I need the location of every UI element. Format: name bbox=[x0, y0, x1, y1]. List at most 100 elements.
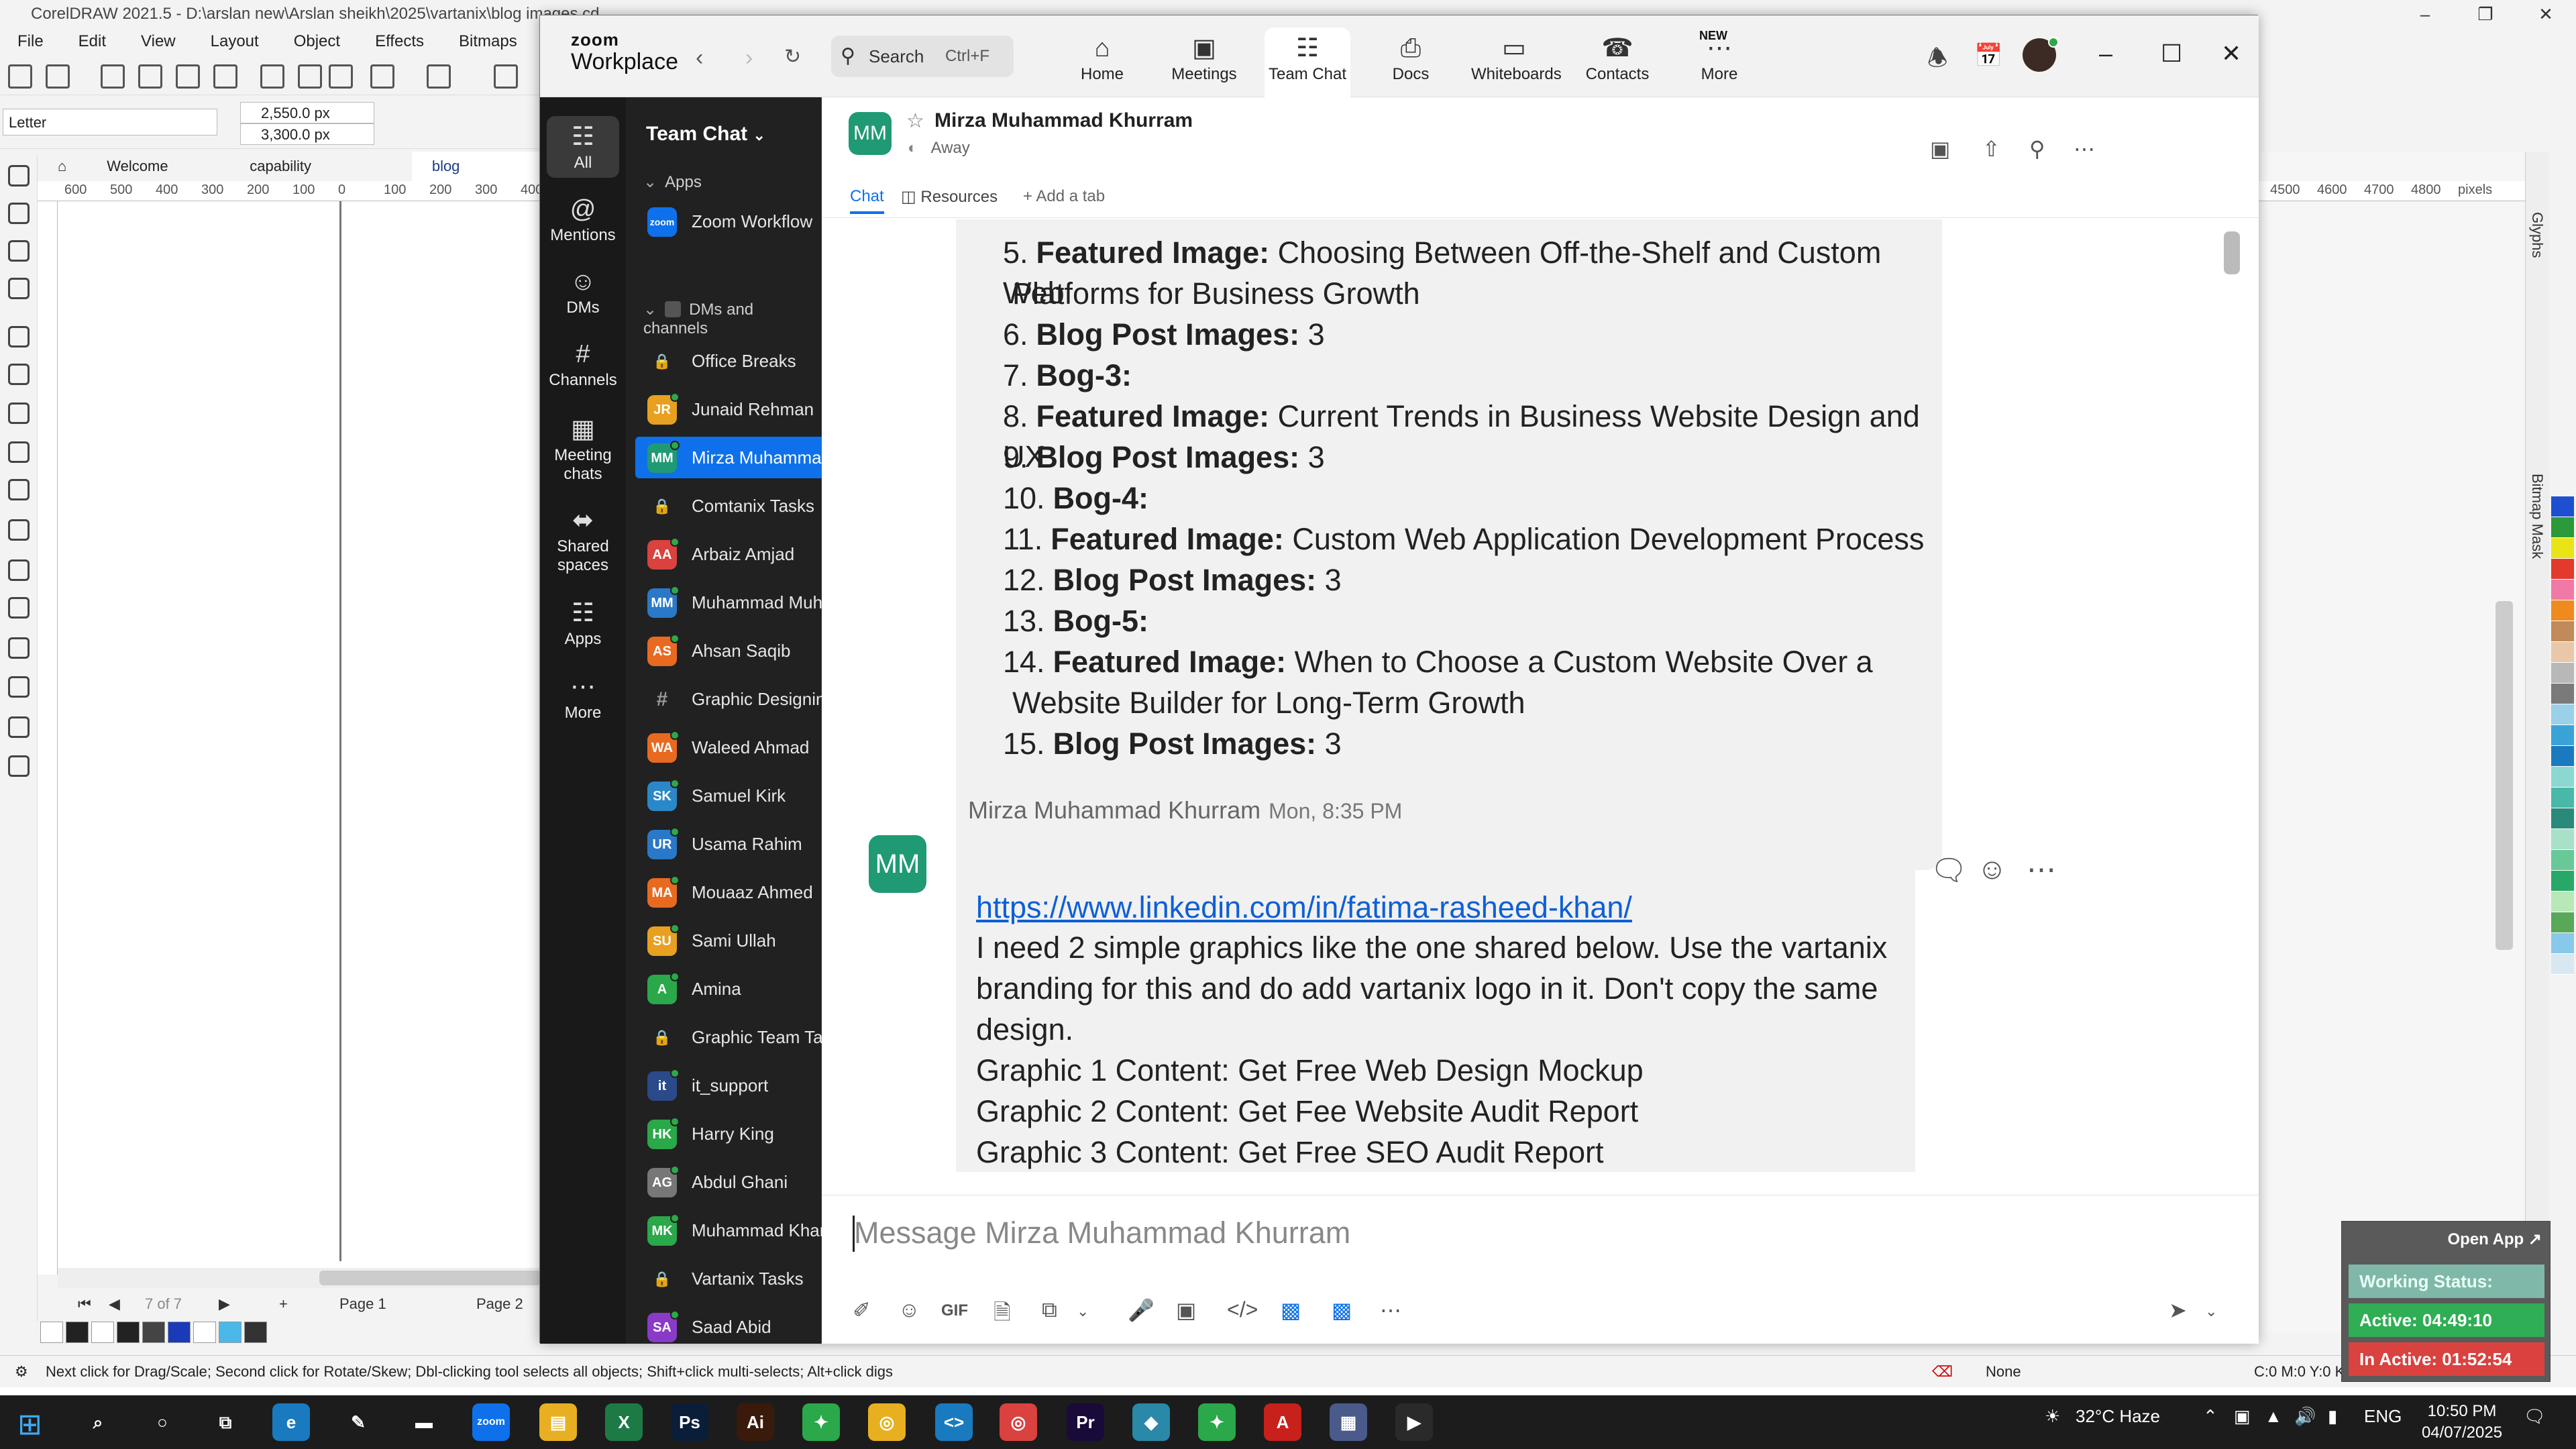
mic-icon[interactable]: 🎤 bbox=[1128, 1297, 1155, 1323]
print-icon[interactable] bbox=[213, 64, 237, 89]
cloud-icon[interactable] bbox=[138, 64, 162, 89]
doc-tab[interactable]: capability statement.cdr bbox=[229, 152, 412, 204]
cut-icon[interactable] bbox=[260, 64, 284, 89]
message-sender[interactable]: Mirza Muhammad Khurram bbox=[968, 796, 1260, 824]
close-icon[interactable]: ✕ bbox=[2221, 40, 2241, 68]
zoom-icon[interactable]: zoom bbox=[472, 1403, 510, 1441]
fill-tool-icon[interactable] bbox=[8, 755, 30, 777]
sender-avatar[interactable]: MM bbox=[869, 835, 926, 893]
new-doc-icon[interactable] bbox=[8, 64, 32, 89]
vertical-scrollbar[interactable] bbox=[2496, 601, 2513, 950]
share-screen-icon[interactable]: ⇧ bbox=[1982, 136, 2000, 162]
acrobat-icon[interactable]: A bbox=[1264, 1403, 1301, 1441]
avatar[interactable] bbox=[2023, 37, 2059, 72]
tab-whiteboards[interactable]: ▭ Whiteboards bbox=[1471, 28, 1562, 97]
swatch[interactable] bbox=[244, 1322, 267, 1343]
tab-team-chat[interactable]: ☷ Team Chat bbox=[1265, 28, 1350, 97]
minimize-icon[interactable]: – bbox=[2099, 40, 2112, 68]
pick-tool-icon[interactable] bbox=[8, 165, 30, 186]
swatch[interactable] bbox=[66, 1322, 89, 1343]
close-icon[interactable]: ✕ bbox=[2516, 0, 2576, 28]
weather-text[interactable]: 32°C Haze bbox=[2076, 1406, 2160, 1427]
swatch[interactable] bbox=[168, 1322, 191, 1343]
tab-resources[interactable]: ◫ Resources bbox=[901, 187, 998, 207]
zoom-tool-icon[interactable] bbox=[8, 278, 30, 299]
minimize-icon[interactable]: – bbox=[2395, 0, 2455, 28]
page-tab-2[interactable]: Page 2 bbox=[476, 1291, 523, 1318]
forward-icon[interactable]: › bbox=[745, 45, 753, 71]
palette-swatch[interactable] bbox=[2551, 600, 2574, 621]
palette-swatch[interactable] bbox=[2551, 829, 2574, 850]
open-app-button[interactable]: Open App ↗ bbox=[2447, 1230, 2542, 1249]
paste-icon[interactable] bbox=[329, 64, 353, 89]
weather-icon[interactable]: ☀ bbox=[2045, 1406, 2060, 1427]
ellipse-tool-icon[interactable] bbox=[8, 441, 30, 463]
compose-area[interactable]: Message Mirza Muhammad Khurram ✐ ☺ GIF 🗎… bbox=[822, 1195, 2259, 1344]
more-options-icon[interactable]: ⋯ bbox=[2027, 853, 2056, 887]
star-icon[interactable]: ☆ bbox=[906, 109, 924, 133]
swatch[interactable] bbox=[40, 1322, 63, 1343]
excel-icon[interactable]: X bbox=[605, 1403, 643, 1441]
tab-more[interactable]: ⋯ More bbox=[1676, 28, 1762, 97]
page-height-field[interactable]: 3,300.0 px bbox=[240, 123, 374, 145]
gear-icon[interactable]: ⚙ bbox=[15, 1356, 28, 1388]
back-icon[interactable]: ‹ bbox=[696, 45, 703, 71]
code-icon[interactable]: </> bbox=[1227, 1297, 1258, 1322]
rail-apps[interactable]: ☷ Apps bbox=[547, 596, 619, 649]
format-icon[interactable]: ✐ bbox=[853, 1297, 871, 1323]
volume-icon[interactable]: 🔊 bbox=[2294, 1406, 2316, 1427]
tab-add[interactable]: + Add a tab bbox=[1023, 187, 1105, 206]
doc-tab[interactable]: blog images.cdr bbox=[411, 152, 547, 204]
page-prev-icon[interactable]: ◀ bbox=[109, 1291, 120, 1318]
more-options-icon[interactable]: ⋯ bbox=[2074, 136, 2095, 162]
palette-swatch[interactable] bbox=[2551, 767, 2574, 788]
menu-item-file[interactable]: File bbox=[0, 28, 61, 55]
calendar-icon[interactable]: 📅 bbox=[1974, 42, 2002, 69]
explorer-icon[interactable]: ▤ bbox=[539, 1403, 577, 1441]
doc-tab[interactable]: Welcome Screen bbox=[87, 152, 229, 204]
docker-glyphs[interactable]: Glyphs bbox=[2528, 212, 2546, 258]
page-tab-1[interactable]: Page 1 bbox=[339, 1291, 386, 1318]
rail-meeting-chats[interactable]: ▦ Meeting chats bbox=[547, 413, 619, 484]
line-tool-icon[interactable] bbox=[8, 559, 30, 581]
swatch[interactable] bbox=[91, 1322, 114, 1343]
palette-swatch[interactable] bbox=[2551, 580, 2574, 600]
reply-thread-icon[interactable]: 🗨 bbox=[1930, 853, 1968, 888]
terminal-icon[interactable]: ▬ bbox=[405, 1403, 443, 1441]
chevron-up-icon[interactable]: ⌃ bbox=[2203, 1406, 2218, 1427]
freehand-tool-icon[interactable] bbox=[8, 326, 30, 347]
palette-swatch[interactable] bbox=[2551, 663, 2574, 684]
contact-avatar[interactable]: MM bbox=[849, 112, 892, 155]
palette-swatch[interactable] bbox=[2551, 746, 2574, 767]
menu-item-layout[interactable]: Layout bbox=[193, 28, 276, 55]
palette-swatch[interactable] bbox=[2551, 684, 2574, 704]
text-tool-icon[interactable] bbox=[8, 519, 30, 541]
tab-home[interactable]: ⌂ Home bbox=[1059, 28, 1145, 97]
save-icon[interactable] bbox=[101, 64, 125, 89]
section-apps[interactable]: ⌄ Apps bbox=[643, 172, 702, 192]
clock[interactable]: 10:50 PM 04/07/2025 bbox=[2415, 1401, 2509, 1444]
screenshot-icon[interactable]: ⧉ bbox=[1042, 1297, 1057, 1323]
eyedropper-tool-icon[interactable] bbox=[8, 716, 30, 738]
swatch[interactable] bbox=[193, 1322, 216, 1343]
palette-swatch[interactable] bbox=[2551, 788, 2574, 808]
chrome-icon[interactable]: ◎ bbox=[868, 1403, 906, 1441]
more-icon[interactable]: ⋯ bbox=[1380, 1297, 1401, 1323]
cortana-icon[interactable]: ○ bbox=[144, 1403, 181, 1441]
video-message-icon[interactable]: ▣ bbox=[1176, 1297, 1196, 1323]
emoji-icon[interactable]: ☺ bbox=[898, 1297, 920, 1322]
palette-swatch[interactable] bbox=[2551, 725, 2574, 746]
upload-icon[interactable] bbox=[176, 64, 200, 89]
bell-icon[interactable]: 🕭 bbox=[1927, 42, 1947, 80]
network-icon[interactable]: ▲ bbox=[2265, 1406, 2282, 1427]
palette-swatch[interactable] bbox=[2551, 912, 2574, 933]
pen-icon[interactable]: ✎ bbox=[339, 1403, 377, 1441]
chrome-profile-icon[interactable]: ◎ bbox=[1000, 1403, 1037, 1441]
send-icon[interactable]: ➤ bbox=[2169, 1297, 2187, 1323]
tab-chat[interactable]: Chat bbox=[850, 187, 884, 214]
search-icon[interactable]: ⌕ bbox=[79, 1403, 117, 1441]
undo-icon[interactable] bbox=[370, 64, 394, 89]
calculator-icon[interactable]: ▦ bbox=[1330, 1403, 1367, 1441]
language-indicator[interactable]: ENG bbox=[2364, 1406, 2402, 1427]
artistic-media-icon[interactable] bbox=[8, 364, 30, 385]
